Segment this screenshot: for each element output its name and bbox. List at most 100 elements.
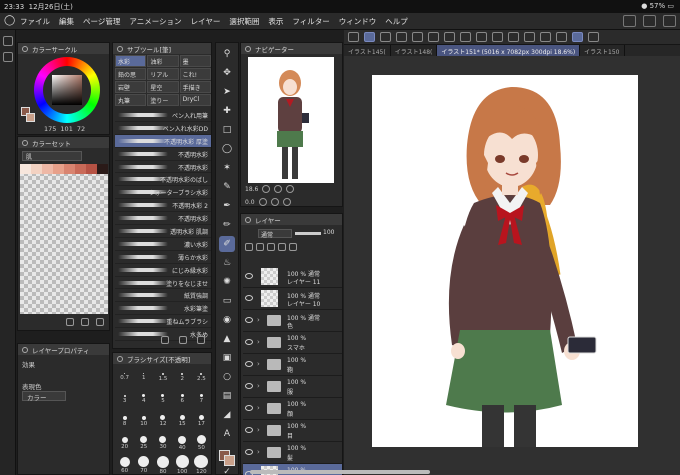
- brush-size-cell[interactable]: 20: [115, 433, 134, 453]
- visibility-eye-icon[interactable]: [245, 427, 253, 433]
- brush-tool-icon[interactable]: ✐: [219, 236, 235, 252]
- eraser-tool-icon[interactable]: ▭: [219, 293, 235, 309]
- pen-tool-icon[interactable]: ✒: [219, 198, 235, 214]
- fit-view-icon[interactable]: [286, 185, 295, 193]
- snap-ruler-icon[interactable]: [556, 32, 567, 42]
- save-icon[interactable]: [412, 32, 423, 42]
- panel-menu-icon[interactable]: [22, 139, 28, 146]
- duplicate-tool-icon[interactable]: [179, 336, 187, 344]
- brush-item[interactable]: ペン入れ水彩DD: [115, 122, 211, 135]
- reference-layer-icon[interactable]: [256, 243, 264, 251]
- layer-folder-row[interactable]: › 100 % 髪: [243, 442, 342, 464]
- magic-wand-tool-icon[interactable]: ✶: [219, 160, 235, 176]
- pencil-tool-icon[interactable]: ✏: [219, 217, 235, 233]
- add-color-icon[interactable]: [66, 318, 74, 326]
- color-swatch[interactable]: [97, 164, 108, 174]
- color-set-select[interactable]: 肌: [22, 151, 82, 161]
- brush-item[interactable]: 紙質強調: [115, 289, 211, 303]
- brush-size-cell[interactable]: 100: [173, 455, 192, 475]
- menu-icon[interactable]: [348, 32, 359, 42]
- folder-expand-icon[interactable]: ›: [257, 316, 260, 324]
- operation-tool-icon[interactable]: ➤: [219, 84, 235, 100]
- menu-item[interactable]: 選択範囲: [229, 16, 259, 27]
- brush-size-cell[interactable]: 3: [115, 389, 134, 409]
- rotate-right-icon[interactable]: [270, 198, 279, 206]
- canvas-page[interactable]: [372, 75, 638, 447]
- color-panel-icon[interactable]: [2, 52, 13, 62]
- move-tool-icon[interactable]: ✥: [219, 65, 235, 81]
- brush-size-cell[interactable]: 15: [173, 411, 192, 431]
- panel-menu-icon[interactable]: [245, 45, 251, 52]
- gradient-tool-icon[interactable]: ▣: [219, 350, 235, 366]
- brush-size-cell[interactable]: 8: [115, 411, 134, 431]
- brush-item[interactable]: 不透明水彩 2: [115, 199, 211, 213]
- menu-item[interactable]: ウィンドウ: [339, 16, 377, 27]
- drawing-color-box[interactable]: [219, 450, 235, 466]
- color-swatch[interactable]: [42, 164, 53, 174]
- brush-size-cell[interactable]: 50: [192, 433, 211, 453]
- document-tab[interactable]: イラスト145(: [344, 45, 391, 56]
- lock-layer-icon[interactable]: [267, 243, 275, 251]
- opacity-value[interactable]: 100: [323, 229, 334, 236]
- figure-tool-icon[interactable]: ○: [219, 369, 235, 385]
- lock-transparency-icon[interactable]: [278, 243, 286, 251]
- folder-expand-icon[interactable]: ›: [257, 404, 260, 412]
- layer-folder-row[interactable]: › 100 % スマホ: [243, 332, 342, 354]
- zoom-in-icon[interactable]: [274, 185, 283, 193]
- collapse-dock-icon[interactable]: [2, 36, 13, 46]
- layer-folder-row[interactable]: › 100 % 通常色: [243, 310, 342, 332]
- brush-item[interactable]: 不透明水彩: [115, 148, 211, 161]
- document-tab[interactable]: イラスト151* (5016 x 7082px 300dpi 18.6%): [437, 45, 581, 56]
- document-tab[interactable]: イラスト148(: [391, 45, 438, 56]
- blend-mode-select[interactable]: 通常: [258, 229, 292, 239]
- opacity-slider[interactable]: [295, 232, 321, 235]
- brush-item[interactable]: 不透明水彩のばし: [115, 173, 211, 187]
- snap-special-icon[interactable]: [588, 32, 599, 42]
- folder-expand-icon[interactable]: ›: [257, 338, 260, 346]
- sub-tool-group-tab[interactable]: リアル: [147, 68, 179, 80]
- rotate-left-icon[interactable]: [258, 198, 267, 206]
- brush-size-cell[interactable]: 17: [192, 411, 211, 431]
- folder-expand-icon[interactable]: ›: [257, 426, 260, 434]
- brush-size-cell[interactable]: 80: [153, 455, 172, 475]
- sub-tool-group-tab[interactable]: 手描き: [179, 81, 211, 93]
- hue-ring[interactable]: [34, 57, 100, 123]
- panel-menu-icon[interactable]: [117, 355, 123, 362]
- brush-size-cell[interactable]: 2.5: [192, 367, 211, 387]
- brush-item[interactable]: 透明水彩 肌調: [115, 225, 211, 238]
- sub-tool-group-tab[interactable]: 鉛の思: [115, 68, 147, 80]
- sub-tool-group-tab[interactable]: 岩壁: [115, 81, 147, 93]
- brush-size-cell[interactable]: 1.5: [153, 367, 172, 387]
- brush-size-cell[interactable]: 4: [134, 389, 153, 409]
- brush-size-cell[interactable]: 25: [134, 433, 153, 453]
- fill-tool-icon[interactable]: ▲: [219, 331, 235, 347]
- visibility-eye-icon[interactable]: [245, 339, 253, 345]
- sub-tool-group-tab[interactable]: 墨: [179, 55, 211, 67]
- visibility-eye-icon[interactable]: [245, 405, 253, 411]
- menu-item[interactable]: アニメーション: [129, 16, 181, 27]
- delete-icon[interactable]: [460, 32, 471, 42]
- layer-move-tool-icon[interactable]: ✚: [219, 103, 235, 119]
- brush-item[interactable]: 濃い水彩: [115, 238, 211, 251]
- menu-item[interactable]: レイヤー: [191, 16, 221, 27]
- folder-expand-icon[interactable]: ›: [257, 382, 260, 390]
- ruler-tool-icon[interactable]: ◢: [219, 407, 235, 423]
- layer-row[interactable]: 100 % 通常 レイヤー 10: [243, 288, 342, 310]
- zoom-out-icon[interactable]: [262, 185, 271, 193]
- folder-expand-icon[interactable]: ›: [257, 360, 260, 368]
- tablet-mode-icon[interactable]: [643, 15, 656, 27]
- brush-size-cell[interactable]: 5: [153, 389, 172, 409]
- open-file-icon[interactable]: [396, 32, 407, 42]
- layer-folder-row[interactable]: › 100 % 鞄: [243, 354, 342, 376]
- brush-size-cell[interactable]: 1: [134, 367, 153, 387]
- menu-item[interactable]: フィルター: [292, 16, 329, 27]
- color-swatch[interactable]: [75, 164, 86, 174]
- document-tab[interactable]: イラスト150: [580, 45, 625, 56]
- visibility-eye-icon[interactable]: [245, 361, 253, 367]
- menu-item[interactable]: ファイル: [20, 16, 50, 27]
- brush-size-cell[interactable]: 40: [173, 433, 192, 453]
- transform-icon[interactable]: [492, 32, 503, 42]
- color-swatch[interactable]: [53, 164, 64, 174]
- brush-size-cell[interactable]: 60: [115, 455, 134, 475]
- show-selection-icon[interactable]: [540, 32, 551, 42]
